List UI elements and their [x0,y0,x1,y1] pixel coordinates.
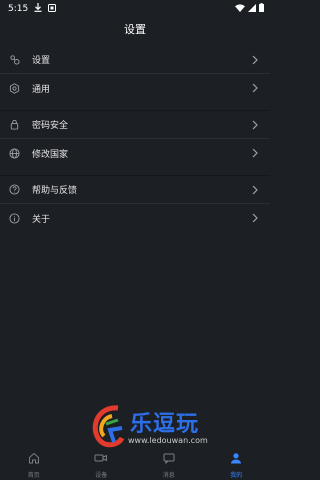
status-bar: 5:15 [0,0,270,18]
app-bar: 设置 [0,18,270,40]
menu-item-label: 通用 [32,84,51,95]
menu-item-help-feedback[interactable]: 帮助与反馈 [0,176,270,204]
bottom-tab-bar: 首页 设备 消息 我的 [0,448,270,480]
tab-device[interactable]: 设备 [68,448,136,480]
menu-item-label: 设置 [32,56,51,66]
chevron-right-icon [250,54,260,66]
message-icon [163,449,175,468]
profile-icon [230,449,242,468]
menu-group-security: 密码安全 修改国家 [0,110,270,167]
info-icon [8,212,20,224]
menu-item-about[interactable]: 关于 [0,204,270,232]
menu-group-general: 设置 通用 [0,46,270,102]
chevron-right-icon [250,119,260,131]
menu-item-settings[interactable]: 设置 [0,46,270,74]
menu-item-label: 修改国家 [32,149,69,160]
page-title: 设置 [124,23,146,36]
menu-item-change-country[interactable]: 修改国家 [0,139,270,167]
tab-label: 设备 [95,472,108,479]
menu-item-label: 帮助与反馈 [32,186,78,196]
help-icon [8,184,20,196]
menu-group-support: 帮助与反馈 关于 [0,175,270,232]
device-icon [94,449,108,468]
tab-messages[interactable]: 消息 [135,448,203,480]
home-icon [28,449,40,468]
chevron-right-icon [250,212,260,224]
menu-item-general[interactable]: 通用 [0,74,270,102]
tab-label: 消息 [162,472,175,479]
chevron-right-icon [250,82,260,94]
tab-home[interactable]: 首页 [0,448,68,480]
lock-icon [8,119,20,131]
chevron-right-icon [250,147,260,159]
signal-icon [248,3,256,15]
wifi-icon [235,3,245,15]
watermark-brand: 乐逗玩 [130,412,200,437]
tab-label: 我的 [230,472,243,479]
watermark-url: www.ledouwan.com [128,436,208,445]
menu-item-password-security[interactable]: 密码安全 [0,111,270,139]
battery-icon [259,3,264,15]
tab-label: 首页 [27,472,40,479]
settings-alt-icon [8,82,20,94]
notification-icon [48,3,57,15]
chevron-right-icon [250,184,260,196]
gear-icon [8,54,20,66]
menu-item-label: 密码安全 [32,121,69,131]
menu-item-label: 关于 [32,214,51,225]
download-icon [34,3,42,15]
tab-profile[interactable]: 我的 [203,448,271,480]
status-time: 5:15 [8,4,29,14]
globe-icon [8,147,20,159]
